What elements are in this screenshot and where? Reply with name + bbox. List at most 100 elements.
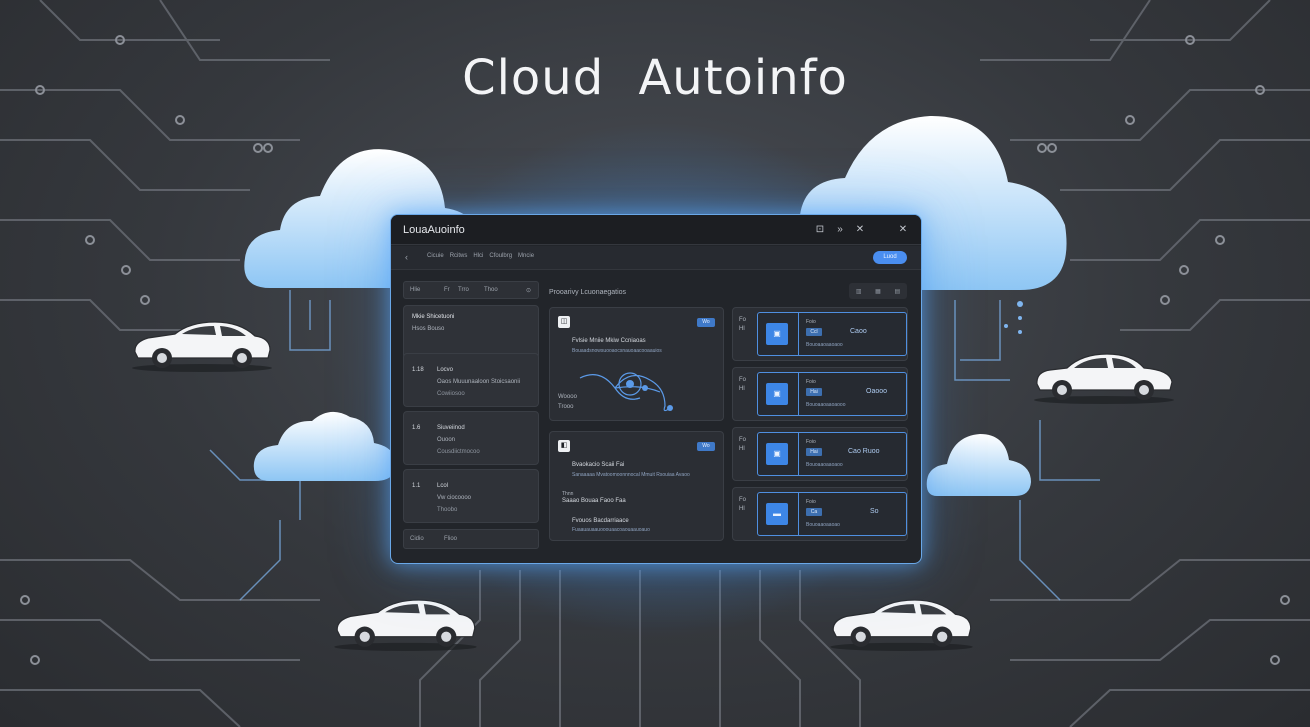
filter-item[interactable]: Thoo <box>484 287 498 293</box>
card-line: Thnn <box>562 491 574 497</box>
stat-side: Fo Hl <box>739 377 747 392</box>
stat-value: Oaooo <box>866 388 888 395</box>
vehicle-icon: ▣ <box>766 323 788 345</box>
nav-item[interactable]: Cicuie <box>427 253 444 259</box>
vehicle-list-item[interactable]: 1.1 Lcol Vw ciocoooo Thoobo <box>403 469 539 523</box>
vehicle-status: Cowiiosoo <box>437 391 465 397</box>
vehicle-icon: ▣ <box>766 383 788 405</box>
card-subheading: Bouaadsnowsuooaocsnauoaacooaauios <box>572 348 662 354</box>
vehicle-id: 1.1 <box>412 483 421 489</box>
vehicle-list-item[interactable]: 1.18 Locvo Oaos Muuunaaloon Stoicsaonii … <box>403 353 539 407</box>
car-bottom-left <box>334 599 477 651</box>
card-line: Sanaaaaa Mvatoomoonnnocal Mmuit Rsouiaa … <box>572 472 690 478</box>
sort-icon[interactable]: Fr <box>444 287 450 293</box>
stat-side: Fo Hl <box>739 497 747 512</box>
cloud-right-small <box>926 434 1031 496</box>
card-line: Bvaokacio Scaii Fai <box>572 462 625 468</box>
vehicle-icon: ▣ <box>766 443 788 465</box>
list-view-icon[interactable]: ▥ <box>856 288 862 295</box>
stat-value: So <box>870 508 879 515</box>
sidebar-filter-bar[interactable]: Hlie Fr Trro Thoo ⊙ <box>403 281 539 299</box>
grid-view-icon[interactable]: ▦ <box>875 288 881 295</box>
stat-chip: Hai <box>806 388 822 396</box>
vehicle-detail: Hsos Bouso <box>412 326 445 332</box>
card-line: Fuaauauaauooouaacoaouaauoauo <box>572 527 650 533</box>
stat-card[interactable]: Fo Hl ▣ Foio Ccl Caoo Bouoaaoaaoaoo <box>732 307 908 361</box>
vehicle-id: 1.18 <box>412 367 424 373</box>
vehicle-name: Siuveiinod <box>437 425 465 431</box>
stat-value: Caoo <box>850 328 867 335</box>
stat-card[interactable]: Fo Hl ▣ Foio Hai Oaooo Bouoaaoaaoaooo <box>732 367 908 421</box>
stat-chip: Ca <box>806 508 822 516</box>
footer-item[interactable]: Cidio <box>410 536 424 542</box>
vehicle-name: Locvo <box>437 367 454 373</box>
close-button[interactable]: ✕ <box>896 223 910 237</box>
vehicle-detail: Oaos Muuunaaloon Stoicsaonii <box>437 379 521 385</box>
car-right <box>1034 353 1174 404</box>
nav-item[interactable]: Hlci <box>473 253 483 259</box>
stat-chip: Hai <box>806 448 822 456</box>
vehicle-detail: Ouoon <box>437 437 456 443</box>
section-title: Prooarivy Lcuonaegatios <box>549 289 627 296</box>
car-bottom-right <box>830 599 973 651</box>
stat-sub: Bouoaaoaaoao <box>806 522 840 528</box>
sidebar-footer: Cidio Flioo <box>403 529 539 549</box>
vehicle-name: Mkie Shicetuoni <box>412 314 455 320</box>
route-card[interactable]: ◫ Wo Fvlsie Mniie Mkiw Ccniaoas Bouaadsn… <box>549 307 724 421</box>
stat-side: Fo Hl <box>739 437 747 452</box>
restore-button[interactable]: ✕ <box>853 223 867 237</box>
stat-value: Cao Ruoo <box>848 448 880 455</box>
card-meta: Woooo <box>558 394 577 400</box>
nav-menu: Cicuie Rcitws Hlci Cfoulbrg Mncie <box>427 253 534 259</box>
toolbar: ‹ Cicuie Rcitws Hlci Cfoulbrg Mncie Luod <box>391 246 921 270</box>
footer-item[interactable]: Flioo <box>444 536 457 542</box>
vehicle-list-item[interactable]: 1.6 Siuveiinod Ouoon Cousdiictmocoo <box>403 411 539 465</box>
card-meta: Trooo <box>558 404 574 410</box>
app-window: LouaAuoinfo ⊡ » ✕ ✕ ‹ Cicuie Rcitws Hlci… <box>390 214 922 564</box>
stat-side: Fo Hl <box>739 317 747 332</box>
route-map-graphic <box>579 372 673 412</box>
vehicle-detail: Vw ciocoooo <box>437 495 472 501</box>
filter-item[interactable]: Hlie <box>410 287 420 293</box>
card-line: Saaao Bouaa Faoo Faa <box>562 498 626 504</box>
settings-icon[interactable]: ⊙ <box>526 287 531 294</box>
nav-item[interactable]: Rcitws <box>450 253 468 259</box>
toolbar-action-button[interactable]: Luod <box>873 251 907 264</box>
route-icon: ◫ <box>558 316 570 328</box>
stat-label: Foio <box>806 319 816 325</box>
car-left <box>132 321 272 372</box>
minimize-button[interactable]: ⊡ <box>813 223 827 237</box>
stat-card[interactable]: Fo Hl ▣ Foio Hai Cao Ruoo Bouoaaoaaoaoo <box>732 427 908 481</box>
stat-chip: Ccl <box>806 328 822 336</box>
stat-sub: Bouoaaoaaoaooo <box>806 402 846 408</box>
vehicle-status: Thoobo <box>437 507 458 513</box>
filter-item[interactable]: Trro <box>458 287 469 293</box>
back-icon[interactable]: ‹ <box>405 252 408 262</box>
card-heading: Fvlsie Mniie Mkiw Ccniaoas <box>572 338 646 344</box>
vehicle-id: 1.6 <box>412 425 421 431</box>
window-titlebar: LouaAuoinfo ⊡ » ✕ ✕ <box>391 215 921 245</box>
document-icon: ◧ <box>558 440 570 452</box>
nav-item[interactable]: Cfoulbrg <box>489 253 512 259</box>
vehicle-list-item[interactable]: Mkie Shicetuoni Hsos Bouso <box>403 305 539 359</box>
info-card[interactable]: ◧ Wo Bvaokacio Scaii Fai Sanaaaaa Mvatoo… <box>549 431 724 541</box>
stat-label: Foio <box>806 379 816 385</box>
table-view-icon[interactable]: ▤ <box>894 288 900 295</box>
stat-sub: Bouoaaoaaoaoo <box>806 342 843 348</box>
expand-button[interactable]: » <box>833 223 847 237</box>
stat-label: Foio <box>806 439 816 445</box>
cloud-left-small <box>253 411 396 481</box>
stat-label: Foio <box>806 499 816 505</box>
view-toggle: ▥ ▦ ▤ <box>849 283 907 299</box>
vehicle-name: Lcol <box>437 483 449 489</box>
status-badge: Wo <box>697 442 715 451</box>
hero-title: Cloud Autoinfo <box>462 50 848 106</box>
vehicle-icon: ▬ <box>766 503 788 525</box>
status-badge: Wo <box>697 318 715 327</box>
stat-sub: Bouoaaoaaoaoo <box>806 462 843 468</box>
stat-card[interactable]: Fo Hl ▬ Foio Ca So Bouoaaoaaoao <box>732 487 908 541</box>
nav-item[interactable]: Mncie <box>518 253 534 259</box>
vehicle-status: Cousdiictmocoo <box>437 449 480 455</box>
app-title: LouaAuoinfo <box>403 224 465 236</box>
card-line: Fvouos Bacdarriaace <box>572 518 629 524</box>
